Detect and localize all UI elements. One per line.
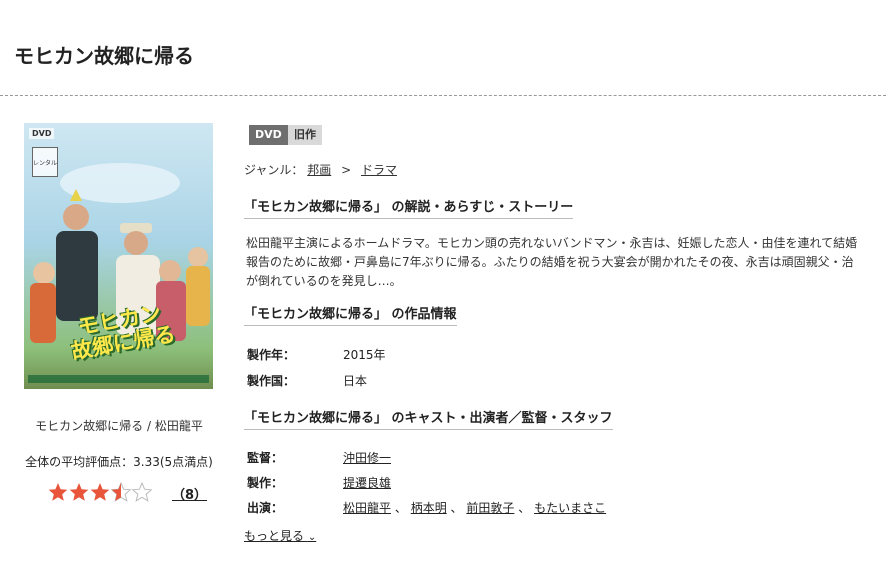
director-label: 監督：: [247, 451, 284, 465]
genre-link-secondary[interactable]: ドラマ: [361, 163, 397, 177]
producer-label: 製作：: [247, 476, 284, 490]
genre-breadcrumb: ジャンル： 邦画 > ドラマ: [244, 161, 397, 178]
year-label: 製作年：: [247, 348, 296, 362]
title-divider: [0, 95, 886, 96]
star-rating: [48, 482, 152, 502]
review-count-link[interactable]: （8）: [172, 484, 207, 503]
country-label: 製作国：: [247, 374, 296, 388]
star-empty-icon: [131, 482, 152, 502]
actors-list: 松田龍平 、 柄本明 、 前田敦子 、 もたいまさこ: [343, 499, 606, 516]
actor-separator: 、: [394, 501, 407, 515]
genre-separator: >: [341, 163, 352, 177]
category-tag: 旧作: [288, 125, 322, 145]
producer-link[interactable]: 提遷良雄: [343, 474, 391, 491]
show-more-label: もっと見る: [244, 529, 305, 543]
work-caption: モヒカン故郷に帰る / 松田龍平: [35, 419, 203, 433]
poster-tagline-strip: [28, 375, 209, 383]
actor-link[interactable]: もたいまさこ: [534, 501, 606, 515]
average-rating-text: 全体の平均評価点：3.33(5点満点): [25, 455, 213, 469]
genre-link-primary[interactable]: 邦画: [307, 163, 331, 177]
cast-heading: 「モヒカン故郷に帰る」 のキャスト・出演者／監督・スタッフ: [244, 407, 613, 430]
actors-label: 出演：: [247, 501, 284, 515]
genre-label: ジャンル：: [244, 163, 304, 177]
star-half-icon: [110, 482, 132, 502]
star-icon: [90, 483, 110, 501]
actor-link[interactable]: 前田敦子: [466, 501, 514, 515]
director-link[interactable]: 沖田修一: [343, 449, 391, 466]
work-info-heading: 「モヒカン故郷に帰る」 の作品情報: [244, 303, 457, 326]
dvd-cover-image[interactable]: DVD レンタル モヒカン 故郷に帰る: [24, 123, 213, 389]
actor-separator: 、: [518, 501, 531, 515]
actor-separator: 、: [450, 501, 463, 515]
page-title: モヒカン故郷に帰る: [14, 44, 194, 68]
actor-link[interactable]: 柄本明: [411, 501, 447, 515]
show-more-link[interactable]: もっと見る ⌄: [244, 527, 316, 544]
format-tag: DVD: [249, 125, 288, 145]
actor-link[interactable]: 松田龍平: [343, 501, 391, 515]
country-value: 日本: [343, 374, 368, 388]
star-icon: [69, 483, 89, 501]
year-value: 2015年: [343, 348, 386, 362]
chevron-down-icon: ⌄: [307, 532, 317, 543]
synopsis-heading: 「モヒカン故郷に帰る」 の解説・あらすじ・ストーリー: [244, 196, 574, 219]
star-icon: [48, 483, 68, 501]
synopsis-text: 松田龍平主演によるホームドラマ。モヒカン頭の売れないバンドマン・永吉は、妊娠した…: [246, 236, 858, 288]
